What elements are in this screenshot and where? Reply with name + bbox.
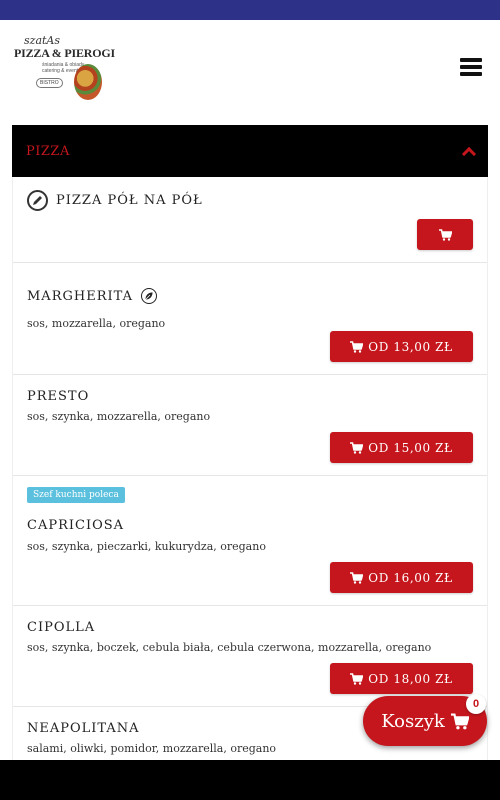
menu-item: PIZZA PÓŁ NA PÓŁ (13, 177, 487, 263)
menu-item: PRESTO sos, szynka, mozzarella, oregano … (13, 375, 487, 476)
add-to-cart-button[interactable] (417, 219, 473, 250)
menu-item-name: PRESTO (27, 389, 90, 404)
menu-item-description: sos, szynka, boczek, cebula biała, cebul… (27, 641, 432, 654)
menu-item-name-row: PRESTO (27, 389, 89, 404)
price-label: OD 15,00 ZŁ (368, 440, 453, 455)
add-to-cart-button[interactable]: OD 15,00 ZŁ (330, 432, 473, 463)
menu-item-name: CIPOLLA (27, 620, 96, 635)
menu-item-description: sos, mozzarella, oregano (27, 317, 166, 330)
menu-item-description: sos, szynka, pieczarki, kukurydza, orega… (27, 540, 266, 553)
menu-item: CIPOLLA sos, szynka, boczek, cebula biał… (13, 606, 487, 707)
menu-item-name-row: PIZZA PÓŁ NA PÓŁ (27, 190, 203, 211)
menu-item-name-row: MARGHERITA (27, 288, 157, 304)
price-label: OD 13,00 ZŁ (368, 339, 453, 354)
menu-item-list: PIZZA PÓŁ NA PÓŁ MARGHERITA sos, mozzare… (12, 177, 488, 760)
menu-item-name: NEAPOLITANA (27, 721, 140, 736)
menu-item-name-row: NEAPOLITANA (27, 721, 140, 736)
logo-bistro-badge: BISTRO (36, 78, 63, 88)
leaf-icon (140, 288, 157, 304)
cart-icon (450, 712, 469, 729)
cart-icon (350, 340, 364, 353)
site-header: szatAs PIZZA & PIEROGI śniadania & obiad… (0, 20, 500, 116)
menu-item-name-row: CIPOLLA (27, 620, 95, 635)
category-header-pizza[interactable]: PIZZA (12, 125, 488, 177)
menu-item: Szef kuchni poleca CAPRICIOSA sos, szynk… (13, 476, 487, 606)
status-bar (0, 0, 500, 20)
chevron-up-icon[interactable] (462, 145, 474, 157)
price-label: OD 16,00 ZŁ (368, 570, 453, 585)
hamburger-icon[interactable] (460, 58, 482, 76)
hamburger-line (460, 72, 482, 76)
hamburger-line (460, 58, 482, 62)
menu-item-name: MARGHERITA (27, 288, 133, 304)
menu-item-name: PIZZA PÓŁ NA PÓŁ (56, 193, 203, 208)
price-label: OD 18,00 ZŁ (368, 671, 453, 686)
chef-recommends-badge: Szef kuchni poleca (27, 487, 125, 503)
cart-label: Koszyk (381, 710, 445, 732)
menu-item: MARGHERITA sos, mozzarella, oregano OD 1… (13, 263, 487, 375)
logo-pizza-image (74, 64, 102, 100)
menu-item-description: salami, oliwki, pomidor, mozzarella, ore… (27, 742, 277, 755)
system-nav-bar (0, 760, 500, 800)
logo-brand: PIZZA & PIEROGI (14, 46, 116, 60)
cart-count-badge: 0 (466, 694, 486, 714)
logo[interactable]: szatAs PIZZA & PIEROGI śniadania & obiad… (12, 34, 115, 102)
add-to-cart-button[interactable]: OD 18,00 ZŁ (330, 663, 473, 694)
menu-item-name-row: CAPRICIOSA (27, 518, 124, 533)
cart-icon (350, 571, 364, 584)
category-title: PIZZA (26, 143, 70, 159)
edit-icon[interactable] (27, 190, 48, 211)
add-to-cart-button[interactable]: OD 13,00 ZŁ (330, 331, 473, 362)
cart-icon (350, 672, 364, 685)
cart-icon (438, 228, 452, 241)
menu-item-description: sos, szynka, mozzarella, oregano (27, 410, 211, 423)
hamburger-line (460, 65, 482, 69)
cart-icon (350, 441, 364, 454)
menu-item-name: CAPRICIOSA (27, 518, 125, 533)
add-to-cart-button[interactable]: OD 16,00 ZŁ (330, 562, 473, 593)
